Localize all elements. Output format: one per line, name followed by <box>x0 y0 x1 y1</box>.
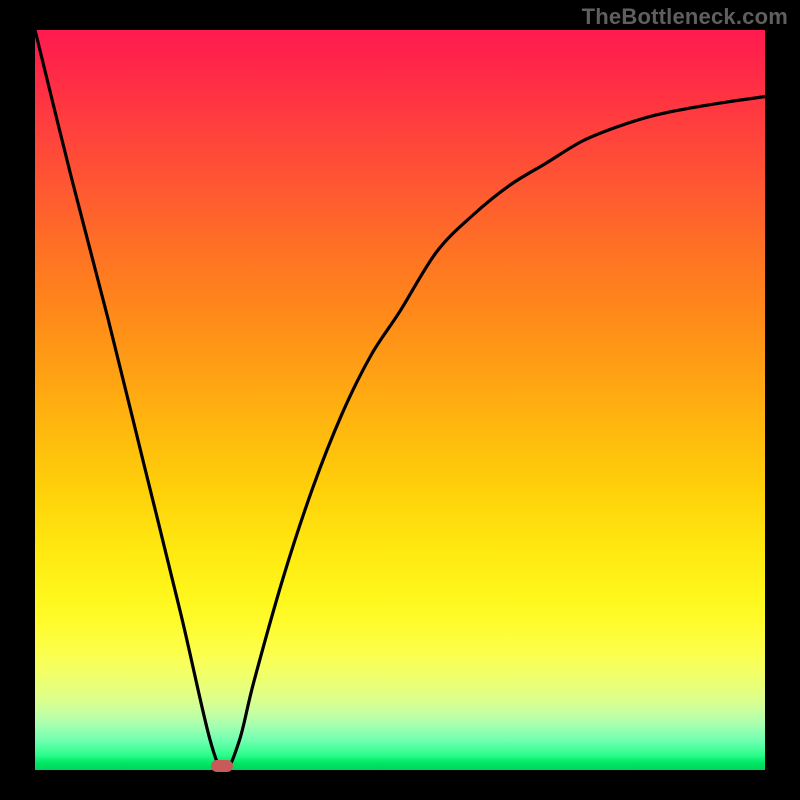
optimal-point-marker <box>211 760 233 772</box>
bottleneck-curve <box>35 30 765 770</box>
watermark-text: TheBottleneck.com <box>582 4 788 30</box>
chart-frame: TheBottleneck.com <box>0 0 800 800</box>
